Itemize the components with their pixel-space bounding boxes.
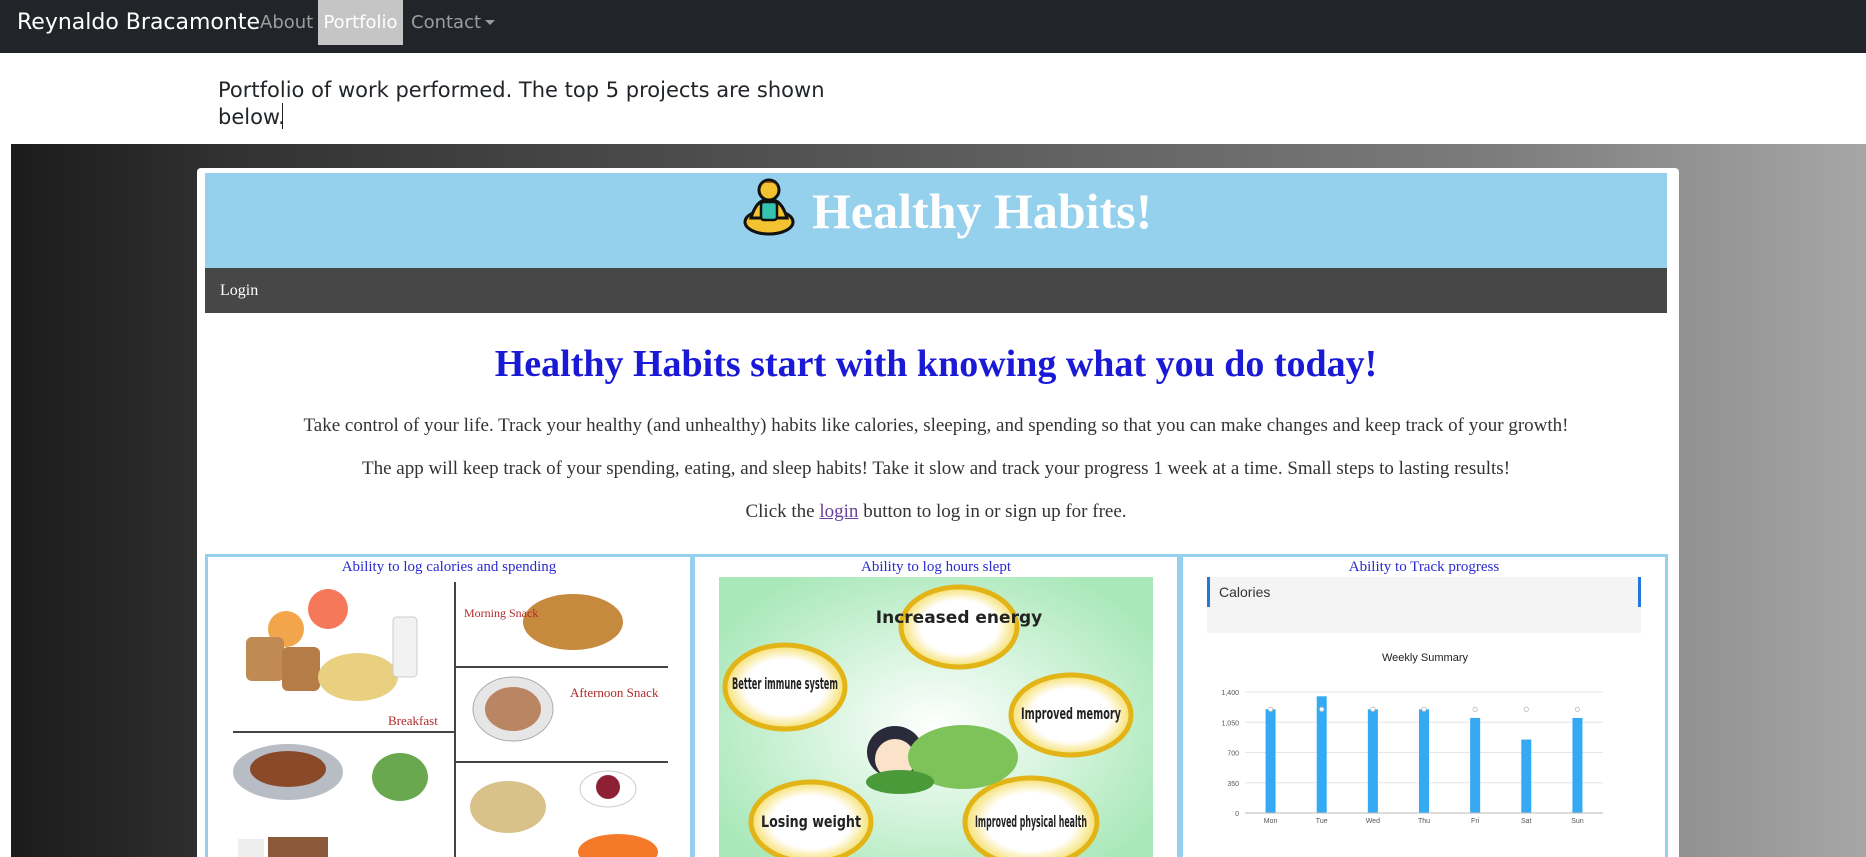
feature-caption: Ability to Track progress [1348,559,1500,575]
portfolio-intro: Portfolio of work performed. The top 5 p… [218,77,896,130]
x-tick-label: Thu [1418,818,1430,825]
breakfast-label: Breakfast [388,713,438,728]
goal-marker [1472,706,1478,712]
chart-bar [1419,709,1429,813]
bubble-improved-memory: Improved memory [1021,704,1121,723]
afternoon-snack-label: Afternoon Snack [570,685,659,700]
chart-bar [1470,717,1481,813]
nav-portfolio[interactable]: Portfolio [318,0,403,45]
x-tick-label: Fri [1471,818,1480,825]
nav-contact-label: Contact [411,12,482,33]
project-paragraph-1: Take control of your life. Track your he… [303,415,1569,436]
para3-post: button to log in or sign up for free. [858,501,1127,522]
bubble-physical-health: Improved physical health [975,812,1087,831]
bubble-immune-system: Better immune system [732,674,838,693]
project-header: Healthy Habits! [205,173,1667,268]
card-title: Calories [1219,584,1270,600]
goal-marker [1319,706,1325,712]
feature-caption: Ability to log calories and spending [341,559,557,575]
x-tick-label: Mon [1264,818,1278,825]
chart-bar [1572,717,1583,813]
para3-pre: Click the [745,501,820,522]
goal-marker [1370,706,1376,712]
goal-marker [1421,706,1427,712]
weekly-summary-chart: Calories Weekly Summary 0 350 700 1,050 1,40… [1207,577,1641,857]
project-title: Healthy Habits! [812,183,1153,239]
login-link[interactable]: login [819,501,858,522]
caret-down-icon [485,20,496,25]
chart-bar [1265,709,1276,813]
chart-bar [1367,709,1378,813]
feature-card-calories: Ability to log calories and spending Mor… [205,554,693,857]
goal-marker [1267,706,1274,712]
project-nav: Login [205,268,1667,313]
food-plate-image: Morning Snack Breakfast Afternoon Snack [208,577,690,857]
feature-card-sleep: Ability to log hours slept Increased ene… [692,554,1180,857]
portfolio-carousel: Healthy Habits! Login Healthy Habits sta… [11,144,1866,857]
y-tick-label: 1,400 [1221,690,1239,697]
y-tick-label: 1,050 [1221,720,1239,727]
x-tick-label: Tue [1316,818,1328,825]
yoga-person-icon [743,178,795,236]
goal-marker [1574,706,1581,712]
nav-contact-dropdown[interactable]: Contact [402,0,504,45]
y-tick-label: 700 [1227,751,1239,758]
x-tick-label: Wed [1366,818,1380,825]
intro-text: Portfolio of work performed. The top 5 p… [218,78,825,129]
feature-caption: Ability to log hours slept [861,559,1011,575]
bubble-increased-energy: Increased energy [876,608,1042,628]
y-tick-label: 0 [1235,811,1239,818]
project-login-link[interactable]: Login [220,281,258,301]
project-screenshot[interactable]: Healthy Habits! Login Healthy Habits sta… [197,168,1679,857]
x-tick-label: Sun [1571,818,1584,825]
feature-card-progress: Ability to Track progress Calories Weekl… [1180,554,1668,857]
chart-title: Weekly Summary [1382,652,1468,664]
text-cursor [281,103,283,129]
project-headline: Healthy Habits start with knowing what y… [494,343,1378,385]
y-tick-label: 350 [1227,781,1239,788]
sleep-benefits-image: Increased energy Better immune system Im… [719,577,1153,857]
project-paragraph-2: The app will keep track of your spending… [361,458,1511,479]
brand-link[interactable]: Reynaldo Bracamonte [17,10,260,36]
chart-bar [1521,739,1532,813]
chart-bar [1316,696,1327,813]
bubble-losing-weight: Losing weight [761,812,861,831]
morning-snack-label: Morning Snack [464,606,538,620]
x-tick-label: Sat [1521,818,1532,825]
goal-marker [1523,706,1529,712]
project-paragraph-3: Click the login button to log in or sign… [197,501,1675,523]
top-navbar: Reynaldo Bracamonte About Portfolio Cont… [0,0,1866,53]
nav-about[interactable]: About [251,0,322,45]
